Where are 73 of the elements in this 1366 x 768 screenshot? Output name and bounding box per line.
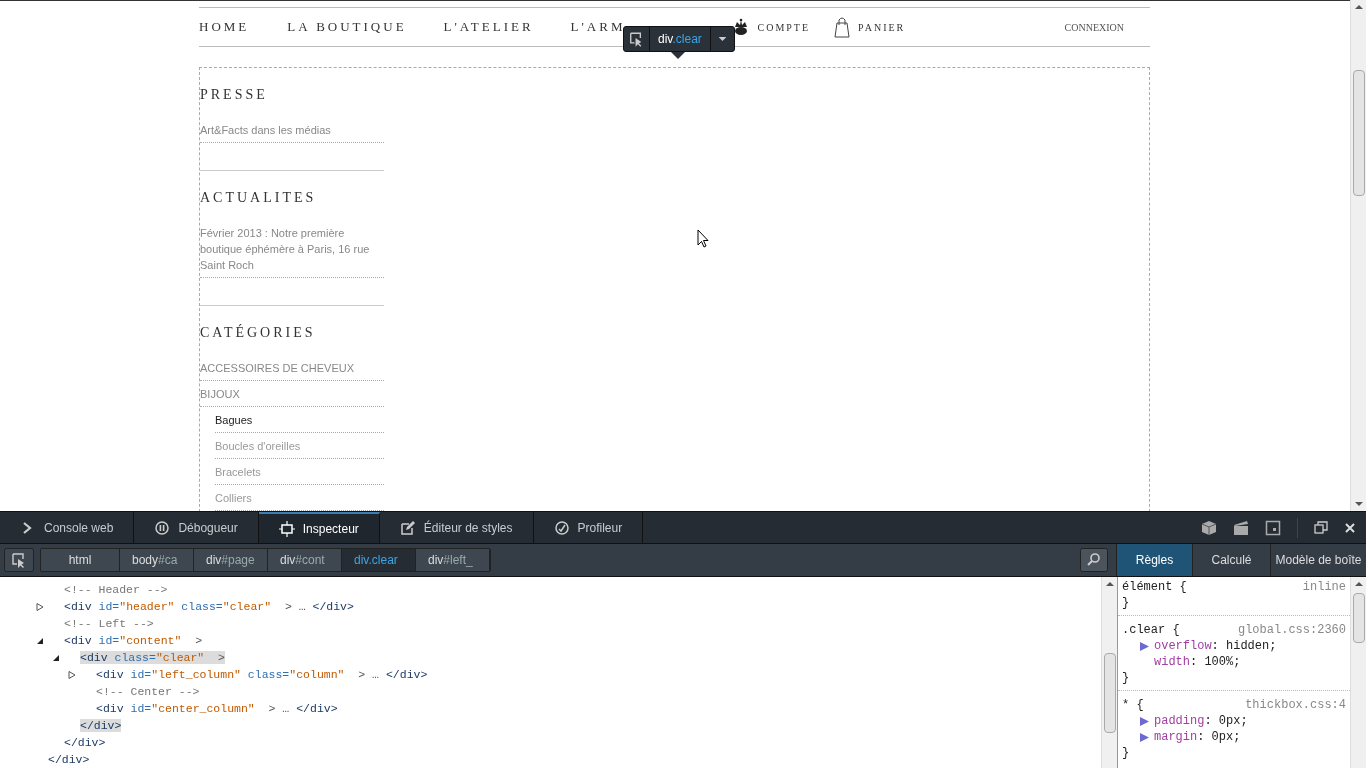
html-comment: <!-- Left --> xyxy=(64,617,154,630)
css-declaration[interactable]: width: 100%; xyxy=(1140,653,1241,671)
account-link[interactable]: PANIER xyxy=(858,19,906,35)
login-link[interactable]: CONNEXION xyxy=(1064,19,1124,35)
css-declaration[interactable]: overflow: hidden; xyxy=(1140,637,1277,655)
rule-selector: .clear { xyxy=(1122,622,1180,638)
sidebar-tab[interactable]: Calculé xyxy=(1192,544,1270,576)
expand-arrow-icon[interactable] xyxy=(1140,641,1149,651)
pencil-icon xyxy=(399,519,416,536)
sidebar-link[interactable]: BIJOUX xyxy=(200,381,384,407)
markup-line[interactable]: <div id="left_column" class="column" > … </div> xyxy=(96,668,428,681)
close-icon[interactable] xyxy=(1344,521,1356,534)
nav-link[interactable]: LA BOUTIQUE xyxy=(287,17,407,37)
rule-selector: élément { xyxy=(1122,579,1187,595)
expanded-arrow-icon[interactable] xyxy=(52,654,60,662)
nav-link[interactable]: L'ATELIER xyxy=(443,17,534,37)
cube-icon[interactable] xyxy=(1201,519,1217,536)
html-comment: <!-- Center --> xyxy=(96,685,200,698)
scroll-up-icon[interactable] xyxy=(1105,581,1114,587)
scrollbar-thumb[interactable] xyxy=(1352,593,1365,643)
collapsed-arrow-icon[interactable] xyxy=(36,603,44,611)
closing-brace: } xyxy=(1122,671,1130,685)
shopping-bag-icon xyxy=(834,16,851,38)
nav-link[interactable]: L'ARM xyxy=(570,17,626,37)
scrollbar-thumb[interactable] xyxy=(1103,653,1116,733)
markup-line[interactable]: </div> xyxy=(64,736,106,749)
rule-source-link[interactable]: global.css:2360 xyxy=(1237,622,1346,638)
collapsed-arrow-icon[interactable] xyxy=(68,671,76,679)
rule-source-link[interactable]: thickbox.css:4 xyxy=(1245,697,1346,713)
breadcrumb[interactable]: body#ca xyxy=(120,549,194,571)
scroll-down-icon[interactable] xyxy=(1354,501,1363,507)
frame-icon[interactable] xyxy=(1265,519,1281,536)
css-declaration[interactable]: padding: 0px; xyxy=(1140,712,1248,730)
scroll-up-icon[interactable] xyxy=(1354,581,1363,587)
rule-selector: * { xyxy=(1122,697,1144,713)
markup-line[interactable]: <div id="center_column" > … </div> xyxy=(96,702,338,715)
pause-icon xyxy=(154,519,171,536)
clapperboard-icon[interactable] xyxy=(1233,519,1249,536)
search-icon[interactable] xyxy=(1080,548,1108,572)
closing-brace: } xyxy=(1122,746,1130,760)
pointer-icon xyxy=(697,229,709,248)
css-declaration[interactable]: margin: 0px; xyxy=(1140,728,1241,746)
sidebar-link[interactable]: Art&Facts dans les médias xyxy=(200,117,384,143)
pick-element-icon[interactable] xyxy=(4,548,34,572)
breadcrumb[interactable]: html xyxy=(41,549,120,571)
breadcrumb[interactable]: div#left_ xyxy=(416,549,490,571)
sidebar-tab[interactable]: Modèle de boîte xyxy=(1270,544,1366,576)
window-dock-icon[interactable] xyxy=(1314,520,1328,535)
nav-link[interactable]: HOME xyxy=(199,17,250,37)
devtools-tab[interactable]: Inspecteur xyxy=(258,512,380,543)
breadcrumb[interactable]: div.clear xyxy=(342,549,416,571)
sidebar-link[interactable]: Février 2013 : Notre première boutique éphémère à Paris, 16 rue Saint Roch xyxy=(200,220,384,278)
markup-line[interactable]: <div id="header" class="clear" > … </div> xyxy=(64,600,354,613)
section-heading: CATÉGORIES xyxy=(200,324,317,342)
closing-brace: } xyxy=(1122,596,1130,610)
markup-line[interactable]: </div> xyxy=(48,753,90,766)
frame-icon xyxy=(278,520,295,537)
section-heading: ACTUALITES xyxy=(200,189,318,207)
sidebar-tab[interactable]: Règles xyxy=(1116,544,1192,576)
sidebar-sublink[interactable]: Bagues xyxy=(215,407,384,433)
html-comment: <!-- Header --> xyxy=(64,583,168,596)
scrollbar-thumb[interactable] xyxy=(1352,70,1365,196)
rule-source-link[interactable]: inline xyxy=(1302,579,1346,595)
markup-line[interactable]: <div id="content" > xyxy=(64,634,203,647)
sidebar-link[interactable]: ACCESSOIRES DE CHEVEUX xyxy=(200,355,384,381)
element-label: div.clear xyxy=(657,31,703,48)
expanded-arrow-icon[interactable] xyxy=(36,637,44,645)
breadcrumb[interactable]: div#page xyxy=(194,549,268,571)
breadcrumb[interactable]: div#cont xyxy=(268,549,342,571)
section-heading: PRESSE xyxy=(200,86,269,104)
scroll-up-icon[interactable] xyxy=(1354,4,1363,10)
account-link[interactable]: COMPTE xyxy=(757,19,811,35)
crown-icon xyxy=(733,18,750,36)
